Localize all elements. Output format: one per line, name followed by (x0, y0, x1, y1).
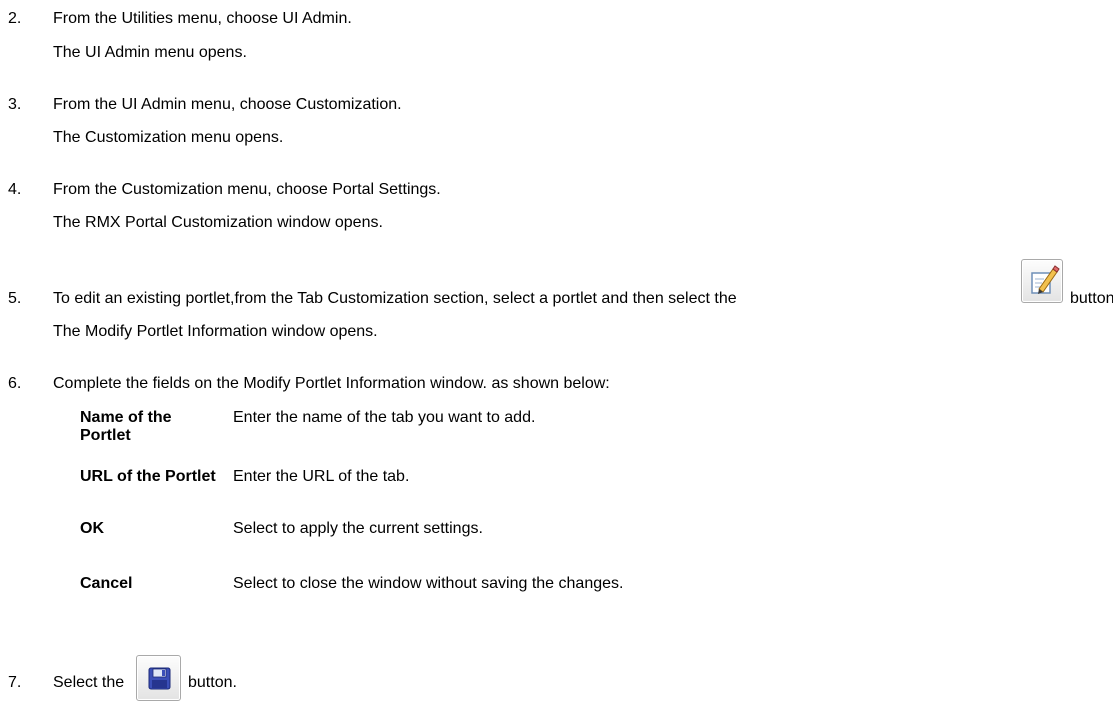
step-4-text: From the Customization menu, choose Port… (53, 181, 441, 198)
field-desc-ok: Select to apply the current settings. (233, 520, 483, 537)
step-7-text-after: button. (188, 674, 237, 691)
step-5-result: The Modify Portlet Information window op… (53, 323, 378, 340)
field-desc-name: Enter the name of the tab you want to ad… (233, 409, 536, 426)
save-button[interactable] (136, 655, 181, 701)
field-label-cancel: Cancel (80, 575, 133, 592)
step-6-text: Complete the fields on the Modify Portle… (53, 375, 610, 392)
step-4-number: 4. (8, 181, 22, 198)
field-desc-cancel: Select to close the window without savin… (233, 575, 624, 592)
field-label-url: URL of the Portlet (80, 468, 216, 485)
field-label-name: Name of the Portlet (80, 409, 172, 444)
step-5-number: 5. (8, 290, 22, 307)
step-7-text: Select the (53, 674, 125, 691)
step-5-text: To edit an existing portlet,from the Tab… (53, 290, 737, 307)
step-3-number: 3. (8, 96, 22, 113)
edit-button[interactable] (1021, 259, 1063, 303)
step-7-number: 7. (8, 674, 22, 691)
step-2-text: From the Utilities menu, choose UI Admin… (53, 10, 352, 27)
step-2-number: 2. (8, 10, 22, 27)
edit-pencil-icon (1031, 265, 1060, 294)
step-3-result: The Customization menu opens. (53, 129, 284, 146)
step-2-result: The UI Admin menu opens. (53, 44, 247, 61)
field-label-ok: OK (80, 520, 104, 537)
step-4-result: The RMX Portal Customization window open… (53, 214, 383, 231)
field-desc-url: Enter the URL of the tab. (233, 468, 410, 485)
step-6-number: 6. (8, 375, 22, 392)
floppy-disk-save-icon (148, 667, 171, 690)
step-5-text-after: button. (1070, 290, 1113, 307)
step-3-text: From the UI Admin menu, choose Customiza… (53, 96, 402, 113)
